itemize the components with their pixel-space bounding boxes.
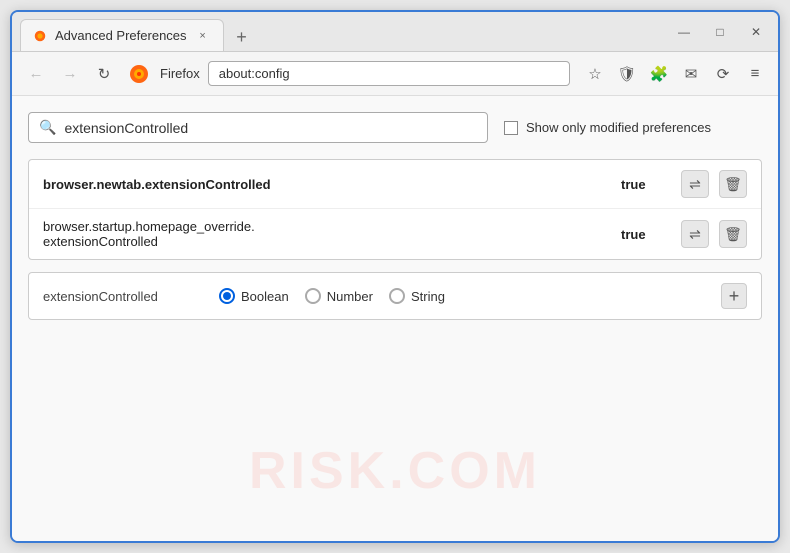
nav-icon-group: ☆ 🛡 🧩 ✉ ⟳ ≡ [582,61,768,87]
table-row: browser.startup.homepage_override. exten… [29,209,761,259]
minimize-button[interactable]: — [670,22,698,42]
radio-string-label: String [411,289,445,304]
account-icon[interactable]: ⟳ [710,61,736,87]
row-actions-1: ⇌ 🗑 [681,170,747,198]
toggle-button-2[interactable]: ⇌ [681,220,709,248]
content-area: RISK.COM 🔍 extensionControlled Show only… [12,96,778,541]
delete-icon-2: 🗑 [724,226,742,243]
pref-value-2: true [621,227,661,242]
menu-icon[interactable]: ≡ [742,61,768,87]
search-icon: 🔍 [39,119,56,136]
back-button[interactable]: ← [22,60,50,88]
mail-icon[interactable]: ✉ [678,61,704,87]
watermark: RISK.COM [249,441,541,501]
tab-area: Advanced Preferences × + [20,12,670,51]
radio-boolean[interactable]: Boolean [219,288,289,304]
tab-close-button[interactable]: × [195,28,211,44]
search-box[interactable]: 🔍 extensionControlled [28,112,488,143]
show-modified-checkbox-row[interactable]: Show only modified preferences [504,120,711,135]
show-modified-label: Show only modified preferences [526,120,711,135]
radio-string[interactable]: String [389,288,445,304]
toggle-icon-1: ⇌ [689,176,701,193]
radio-number[interactable]: Number [305,288,373,304]
search-input[interactable]: extensionControlled [64,120,188,136]
toggle-button-1[interactable]: ⇌ [681,170,709,198]
radio-boolean-label: Boolean [241,289,289,304]
close-button[interactable]: ✕ [742,22,770,42]
firefox-logo-icon [128,63,150,85]
title-bar: Advanced Preferences × + — □ ✕ [12,12,778,52]
pref-name-1: browser.newtab.extensionControlled [43,177,621,192]
table-row: browser.newtab.extensionControlled true … [29,160,761,209]
window-controls: — □ ✕ [670,22,770,42]
delete-button-1[interactable]: 🗑 [719,170,747,198]
results-table: browser.newtab.extensionControlled true … [28,159,762,260]
radio-number-circle [305,288,321,304]
bookmark-icon[interactable]: ☆ [582,61,608,87]
delete-icon-1: 🗑 [724,176,742,193]
show-modified-checkbox[interactable] [504,121,518,135]
address-bar[interactable]: about:config [208,61,570,86]
extension-icon[interactable]: 🧩 [646,61,672,87]
reload-button[interactable]: ↻ [90,60,118,88]
toggle-icon-2: ⇌ [689,226,701,243]
radio-string-circle [389,288,405,304]
back-icon: ← [29,65,44,82]
radio-boolean-circle [219,288,235,304]
pref-name-2: browser.startup.homepage_override. exten… [43,219,621,249]
reload-icon: ↻ [98,65,111,83]
tab-title: Advanced Preferences [55,28,187,43]
pref-value-1: true [621,177,661,192]
add-preference-button[interactable]: + [721,283,747,309]
maximize-button[interactable]: □ [706,22,734,42]
shield-icon[interactable]: 🛡 [614,61,640,87]
browser-name-label: Firefox [160,66,200,81]
tab-favicon-icon [33,29,47,43]
forward-icon: → [63,65,78,82]
new-pref-name: extensionControlled [43,289,203,304]
radio-number-label: Number [327,289,373,304]
forward-button[interactable]: → [56,60,84,88]
address-text: about:config [219,66,290,81]
search-row: 🔍 extensionControlled Show only modified… [28,112,762,143]
row-actions-2: ⇌ 🗑 [681,220,747,248]
add-preference-row: extensionControlled Boolean Number Strin… [28,272,762,320]
new-tab-button[interactable]: + [228,23,256,51]
delete-button-2[interactable]: 🗑 [719,220,747,248]
browser-window: Advanced Preferences × + — □ ✕ ← → ↻ Fir… [10,10,780,543]
navigation-bar: ← → ↻ Firefox about:config ☆ 🛡 🧩 [12,52,778,96]
type-radio-group: Boolean Number String [219,288,445,304]
active-tab[interactable]: Advanced Preferences × [20,19,224,51]
